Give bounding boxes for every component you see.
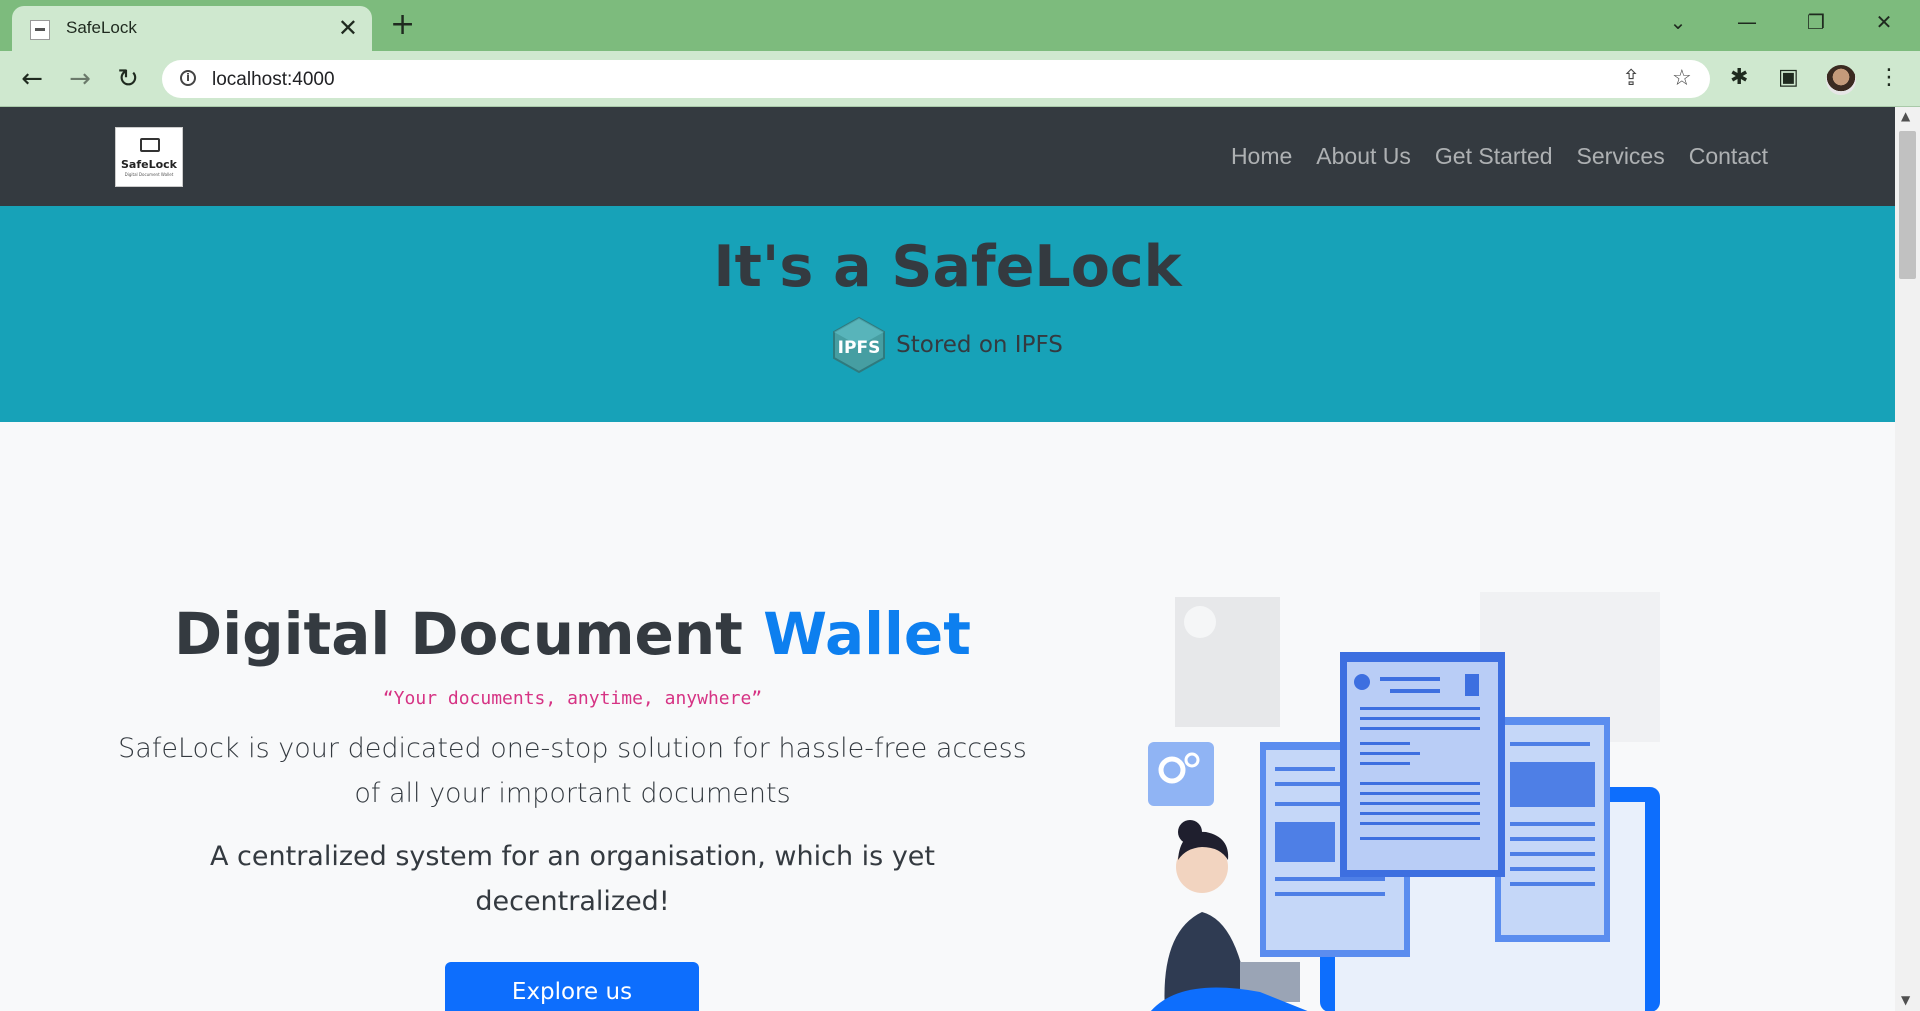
- ipfs-logo-text: IPFS: [838, 338, 881, 358]
- url-text[interactable]: localhost:4000: [212, 69, 335, 91]
- nav-link-home[interactable]: Home: [1231, 143, 1292, 170]
- intro-section: Digital Document Wallet “Your documents,…: [0, 422, 1895, 1011]
- page-scrollbar[interactable]: ▲ ▼: [1895, 107, 1920, 1011]
- side-panel-icon[interactable]: ▣: [1778, 65, 1799, 91]
- scrollbar-thumb[interactable]: [1899, 131, 1916, 279]
- back-icon[interactable]: ←: [14, 61, 50, 97]
- favicon-icon: [30, 20, 50, 40]
- nav-link-contact[interactable]: Contact: [1689, 143, 1768, 170]
- secondary-paragraph: A centralized system for an organisation…: [209, 841, 935, 917]
- forward-icon[interactable]: →: [62, 61, 98, 97]
- hero-banner: It's a SafeLock IPFS Stored on IPFS: [0, 206, 1895, 422]
- lock-icon: [140, 138, 160, 152]
- brand-logo[interactable]: SafeLock Digital Document Wallet: [115, 127, 183, 187]
- tab-title: SafeLock: [66, 18, 137, 37]
- info-icon[interactable]: i: [180, 70, 196, 86]
- tagline: “Your documents, anytime, anywhere”: [382, 688, 763, 709]
- scroll-up-icon[interactable]: ▲: [1901, 109, 1910, 123]
- address-bar[interactable]: i localhost:4000 ⇪ ☆: [162, 60, 1710, 98]
- restore-icon[interactable]: ❐: [1796, 8, 1836, 36]
- documents-illustration: [1148, 592, 1660, 1011]
- nav-link-get-started[interactable]: Get Started: [1435, 143, 1553, 170]
- window-close-icon[interactable]: ✕: [1864, 8, 1904, 36]
- hero-title: It's a SafeLock: [713, 234, 1182, 300]
- ipfs-logo-icon: IPFS: [833, 316, 886, 374]
- extensions-icon[interactable]: ✱: [1730, 65, 1748, 91]
- browser-toolbar: ← → ↻ i localhost:4000 ⇪ ☆ ✱ ▣ ⋮: [0, 51, 1920, 107]
- new-tab-button[interactable]: +: [390, 8, 415, 42]
- menu-icon[interactable]: ⋮: [1878, 65, 1900, 91]
- nav-link-services[interactable]: Services: [1577, 143, 1665, 170]
- profile-avatar[interactable]: [1826, 65, 1856, 95]
- heading-prefix: Digital Document: [174, 600, 764, 668]
- scroll-down-icon[interactable]: ▼: [1901, 993, 1910, 1007]
- heading-accent: Wallet: [763, 600, 971, 668]
- nav-link-about[interactable]: About Us: [1316, 143, 1411, 170]
- browser-tab[interactable]: SafeLock ✕: [12, 6, 372, 51]
- tab-close-icon[interactable]: ✕: [338, 14, 358, 42]
- reload-icon[interactable]: ↻: [110, 61, 146, 97]
- tab-search-icon[interactable]: ⌄: [1658, 8, 1698, 36]
- share-icon[interactable]: ⇪: [1622, 66, 1640, 92]
- explore-us-button[interactable]: Explore us: [445, 962, 699, 1011]
- ipfs-caption: Stored on IPFS: [896, 332, 1063, 358]
- star-icon[interactable]: ☆: [1672, 66, 1692, 92]
- nav-links: Home About Us Get Started Services Conta…: [1231, 143, 1768, 170]
- browser-tab-strip: SafeLock ✕ + ⌄ — ❐ ✕: [0, 0, 1920, 51]
- brand-name: SafeLock: [121, 158, 177, 171]
- ipfs-badge: IPFS Stored on IPFS: [0, 316, 1895, 374]
- page-heading: Digital Document Wallet: [120, 600, 1025, 668]
- description-paragraph: SafeLock is your dedicated one-stop solu…: [118, 733, 1027, 809]
- brand-subtitle: Digital Document Wallet: [124, 172, 174, 177]
- minimize-icon[interactable]: —: [1727, 8, 1767, 36]
- page-viewport: SafeLock Digital Document Wallet Home Ab…: [0, 107, 1895, 1011]
- site-navbar: SafeLock Digital Document Wallet Home Ab…: [0, 107, 1895, 206]
